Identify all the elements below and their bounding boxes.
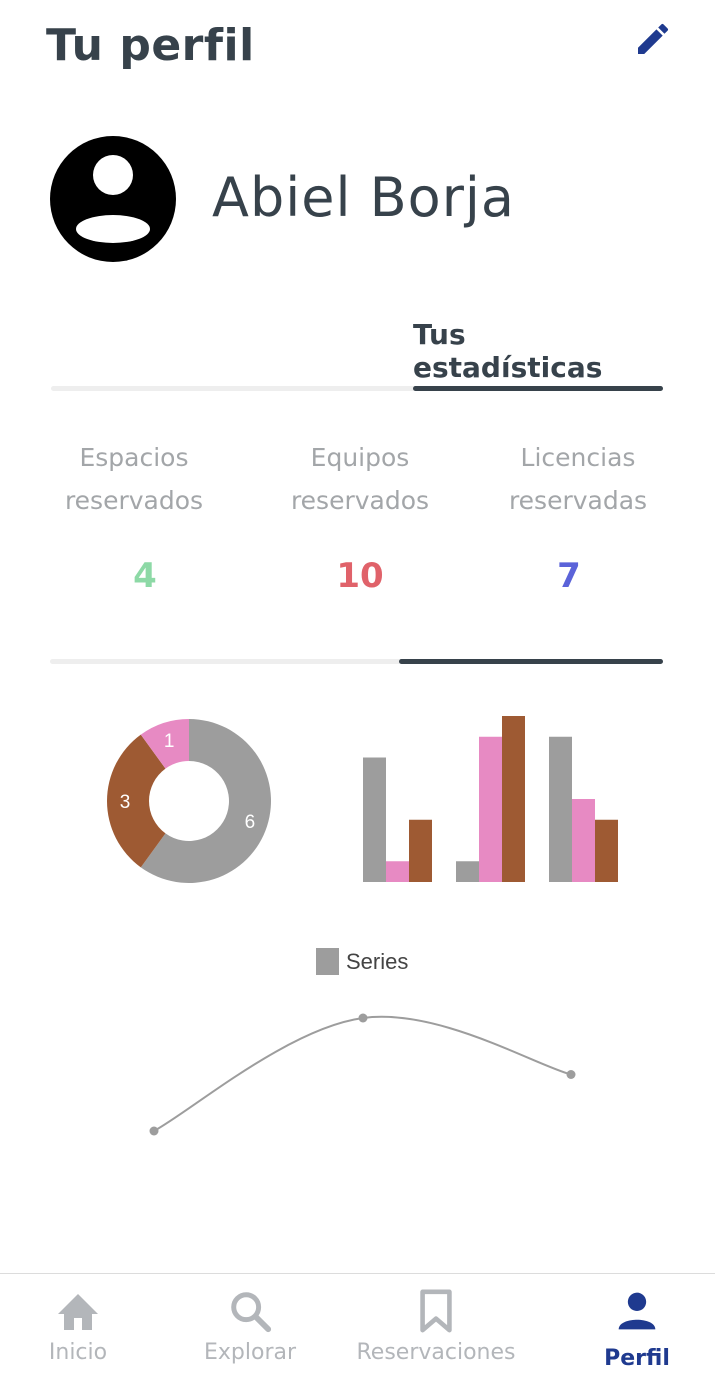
- stat-label-line: Espacios: [79, 443, 189, 472]
- legend-label: Series: [346, 948, 409, 974]
- bar: [363, 757, 386, 882]
- line-point: [358, 1013, 368, 1023]
- bar: [502, 716, 525, 882]
- line-chart: [149, 1013, 576, 1136]
- line-point: [566, 1070, 576, 1079]
- user-name: Abiel Borja: [212, 166, 515, 229]
- search-icon: [231, 1292, 272, 1333]
- bottom-nav: Inicio Explorar Reservaciones Perfil: [0, 1273, 715, 1375]
- stat-label-line: reservados: [290, 486, 430, 515]
- nav-label: Perfil: [604, 1346, 670, 1371]
- stat-label-line: reservados: [64, 486, 204, 515]
- tab-statistics[interactable]: Tus estadísticas: [413, 318, 663, 384]
- stat-label-espacios: Espacios reservados: [24, 436, 244, 522]
- person-icon: [618, 1292, 656, 1330]
- bookmark-icon: [420, 1289, 452, 1333]
- nav-label: Reservaciones: [356, 1340, 516, 1365]
- nav-perfil[interactable]: Perfil: [548, 1274, 715, 1375]
- line-chart-legend: Series: [316, 948, 408, 975]
- home-icon: [58, 1294, 98, 1330]
- stat-label-equipos: Equipos reservados: [250, 436, 470, 522]
- edit-profile-button[interactable]: [630, 16, 676, 62]
- bar: [572, 799, 595, 882]
- stat-label-line: Equipos: [310, 443, 410, 472]
- nav-inicio[interactable]: Inicio: [0, 1274, 167, 1375]
- grouped-bar-chart: [363, 716, 618, 882]
- nav-label: Explorar: [203, 1340, 297, 1365]
- tab-indicator: [413, 386, 663, 391]
- page-title: Tu perfil: [46, 20, 255, 71]
- legend-swatch: [316, 948, 339, 975]
- donut-slice-label: 6: [245, 812, 256, 833]
- stat-label-line: reservadas: [508, 486, 648, 515]
- stat-value-equipos: 10: [336, 556, 384, 596]
- pencil-icon: [638, 23, 669, 54]
- donut-slice-label: 3: [120, 792, 131, 813]
- donut-slice-label: 1: [164, 731, 175, 752]
- stat-label-line: Licencias: [520, 443, 636, 472]
- bar: [386, 861, 409, 882]
- bar: [479, 736, 502, 882]
- stats-indicator: [399, 659, 663, 664]
- line-point: [149, 1126, 159, 1136]
- nav-explorar[interactable]: Explorar: [161, 1274, 339, 1375]
- donut-chart: 6 3 1: [107, 719, 272, 883]
- account-circle-icon: [50, 136, 176, 262]
- line-series: [153, 1015, 572, 1132]
- stat-value-licencias: 7: [557, 556, 581, 596]
- stat-label-licencias: Licencias reservadas: [468, 436, 688, 522]
- stat-value-espacios: 4: [133, 556, 157, 596]
- bar: [409, 819, 432, 882]
- nav-label: Inicio: [48, 1340, 108, 1365]
- bar: [456, 861, 479, 882]
- bar: [595, 819, 618, 882]
- avatar: [50, 136, 176, 262]
- nav-reservaciones[interactable]: Reservaciones: [347, 1274, 525, 1375]
- bar: [549, 736, 572, 882]
